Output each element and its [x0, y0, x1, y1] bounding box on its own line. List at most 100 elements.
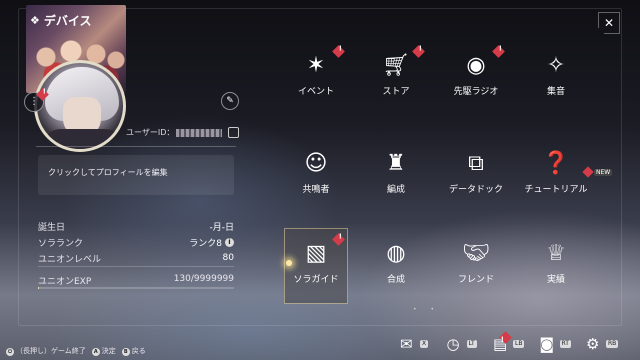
menu-item-formation[interactable]: ♜ 編成 [356, 140, 436, 208]
menu-item-label: 共鳴者 [302, 185, 330, 195]
menu-item-label: ストア [382, 87, 410, 97]
gacha-compass-icon: ✧ [546, 53, 566, 78]
data-dock-icon: ⧉ [468, 151, 484, 176]
divider [38, 266, 234, 267]
profile-edit-button[interactable]: クリックしてプロフィールを編集 [38, 155, 234, 195]
exp-value: 130/9999999 [173, 274, 234, 284]
menu-item-gacha[interactable]: ✧ 集音 [516, 42, 596, 110]
stat-row-union-level: ユニオンレベル 80 [38, 250, 234, 266]
key-hint: RB [606, 340, 619, 348]
menu-item-label: イベント [297, 87, 334, 97]
close-button[interactable]: ✕ [598, 12, 620, 34]
key-hint: LT [466, 340, 477, 348]
menu-item-event[interactable]: ✶ イベント [276, 42, 356, 110]
menu-grid: ✶ イベント 🛒︎ ストア ◉ 先駆ラジオ ✧ 集音 ☺ 共鳴者 ♜ 編成 ⧉ … [276, 42, 596, 314]
menu-item-synthesis[interactable]: ◍ 合成 [356, 230, 436, 298]
menu-item-label: ソラガイド [293, 275, 339, 285]
menu-item-label: 実績 [546, 275, 565, 285]
stat-label: ソラランク [38, 238, 84, 249]
a-button-icon: A [91, 348, 100, 356]
stat-value-wrap: ランク8 i [189, 236, 234, 249]
mail-button[interactable]: ✉ X [400, 333, 436, 355]
settings-gear-icon: ⚙ [586, 335, 600, 353]
alert-badge [412, 45, 425, 58]
page-title: ❖ デバイス [30, 12, 92, 29]
key-hint: LB [513, 340, 525, 348]
camera-button[interactable]: ◙ RT [540, 333, 576, 355]
hint-confirm-label: 決定 [101, 347, 116, 355]
alert-badge [332, 233, 345, 246]
menu-item-label: データドック [448, 185, 503, 195]
camera-icon: ◙ [539, 335, 555, 353]
info-icon[interactable]: i [225, 237, 234, 247]
hint-confirm: A 決定 [91, 346, 116, 356]
stat-label: 誕生日 [38, 222, 66, 233]
stat-row-sora-rank: ソラランク ランク8 i [38, 234, 234, 250]
avatar[interactable] [34, 60, 126, 152]
hint-back-label: 戻る [131, 347, 146, 355]
menu-item-label: 先駆ラジオ [453, 87, 499, 97]
key-hint: X [420, 340, 429, 348]
event-icon: ✶ [306, 53, 326, 78]
alert-badge [332, 45, 345, 58]
exp-label: ユニオンEXP [38, 277, 92, 287]
tutorial-new-tag: NEW [582, 166, 613, 178]
profile-edit-label: クリックしてプロフィールを編集 [48, 168, 168, 177]
union-exp: ユニオンEXP 130/9999999 [38, 274, 234, 287]
synthesis-icon: ◍ [386, 241, 406, 266]
trophy-icon: ♕ [546, 241, 566, 266]
stat-value: ランク8 [189, 238, 222, 249]
profile-stats: 誕生日 -月-日 ソラランク ランク8 i ユニオンレベル 80 [38, 218, 234, 266]
menu-item-label: 合成 [386, 275, 405, 285]
guide-book-icon: ▧ [305, 241, 327, 266]
stat-value: -月-日 [209, 222, 235, 233]
controller-hints: ⏻ （長押し）ゲーム終了 A 決定 B 戻る [6, 346, 146, 356]
clock-button[interactable]: ◷ LT [447, 333, 483, 355]
close-icon: ✕ [603, 16, 615, 30]
clock-icon: ◷ [446, 335, 460, 353]
glow-orb [286, 260, 292, 266]
hint-exit-label: （長押し）ゲーム終了 [16, 347, 86, 355]
notice-button[interactable]: ▤ LB [493, 331, 529, 355]
alert-badge [492, 45, 505, 58]
menu-item-radio[interactable]: ◉ 先駆ラジオ [436, 42, 516, 110]
user-id-label: ユーザーID： [126, 128, 175, 137]
menu-item-data-dock[interactable]: ⧉ データドック [436, 140, 516, 208]
stat-label: ユニオンレベル [38, 254, 102, 265]
power-icon: ⏻ [6, 348, 14, 356]
mail-icon: ✉ [400, 335, 413, 353]
key-hint: RT [559, 340, 571, 348]
new-label: NEW [594, 168, 613, 176]
settings-button[interactable]: ⚙ RB [586, 333, 622, 355]
tutorial-book-icon: ❓ [542, 151, 570, 176]
hint-back: B 戻る [121, 346, 146, 356]
b-button-icon: B [121, 348, 130, 356]
copy-icon[interactable] [228, 127, 240, 138]
page-title-text: デバイス [43, 14, 92, 28]
store-cart-icon: 🛒︎ [382, 53, 410, 78]
exp-progress-bar [38, 287, 234, 289]
chess-formation-icon: ♜ [386, 151, 406, 176]
hint-exit: ⏻ （長押し）ゲーム終了 [6, 346, 86, 356]
resonator-icon: ☺ [304, 151, 328, 176]
page-indicator: • • [413, 306, 440, 313]
menu-item-store[interactable]: 🛒︎ ストア [356, 42, 436, 110]
edit-name-pen-icon[interactable]: ✎ [221, 92, 239, 110]
alert-badge [499, 331, 512, 344]
radio-icon: ◉ [466, 53, 486, 78]
handshake-icon: 🤝︎ [462, 241, 490, 266]
menu-item-label: 編成 [386, 185, 405, 195]
menu-item-resonators[interactable]: ☺ 共鳴者 [276, 140, 356, 208]
bottom-toolbar: ✉ X ◷ LT ▤ LB ◙ RT ⚙ RB [400, 331, 622, 356]
device-diamond-icon: ❖ [30, 14, 40, 27]
menu-item-label: 集音 [546, 87, 565, 97]
stat-value: 80 [222, 253, 234, 263]
stat-row-birthday: 誕生日 -月-日 [38, 218, 234, 234]
menu-item-label: フレンド [457, 275, 494, 285]
user-id: ユーザーID： [126, 127, 240, 138]
alert-badge [582, 166, 594, 178]
menu-item-achievements[interactable]: ♕ 実績 [516, 230, 596, 298]
menu-item-label: チュートリアル [524, 185, 588, 195]
menu-item-friends[interactable]: 🤝︎ フレンド [436, 230, 516, 298]
divider [36, 146, 236, 147]
